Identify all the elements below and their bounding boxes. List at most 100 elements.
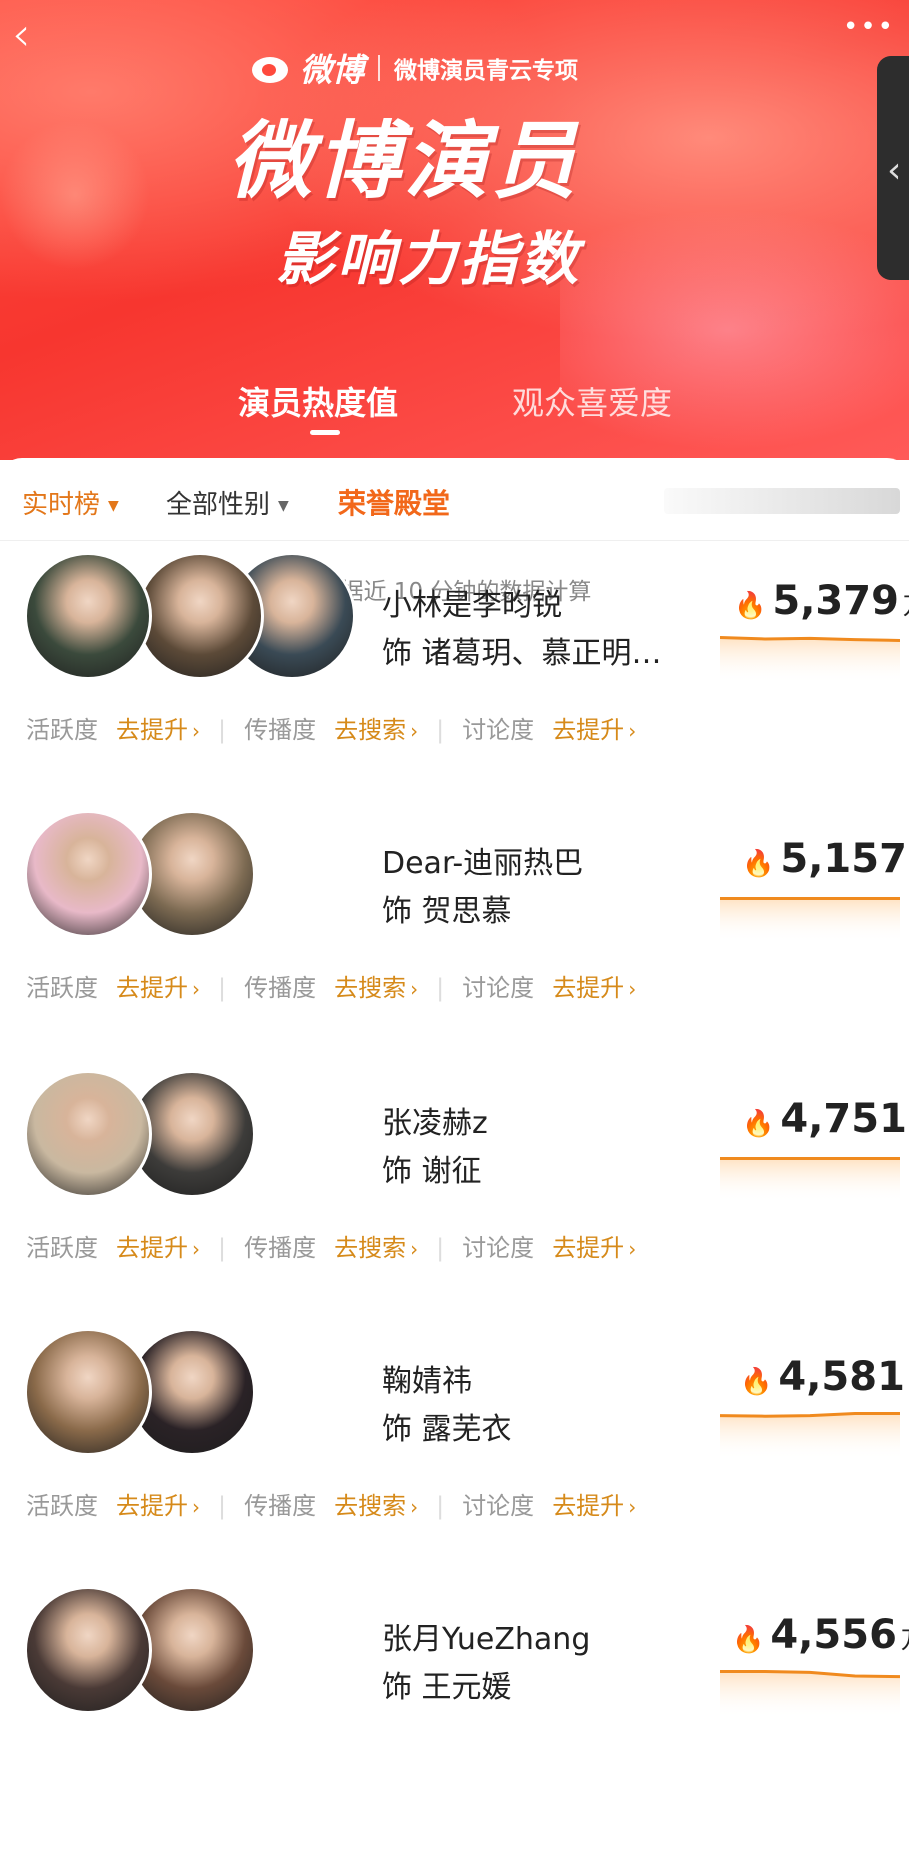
metric-divider: | [436,1234,445,1262]
metric-label-activity: 活跃度 [26,974,98,1002]
actor-name[interactable]: 小林是李昀锐 [382,580,562,624]
metric-divider: | [218,1492,227,1520]
ranking-panel: 实时榜 ▼ 全部性别 ▼ 荣誉殿堂 根据近 10 分钟的数据计算 小林是李昀锐饰 诸… [0,458,909,1849]
chevron-right-icon: › [628,977,637,1001]
trend-area [720,1158,900,1202]
metric-divider: | [218,716,227,744]
metrics-row: 活跃度 去提升 › | 传播度 去搜索 › | 讨论度 去提升 › [26,1228,636,1263]
actor-row[interactable]: Dear-迪丽热巴饰 贺思慕🔥5,157万活跃度去提升›|传播度去搜索›|讨论度… [0,810,909,1070]
tab-actor-heat[interactable]: 演员热度值 [238,378,398,424]
metric-action-discussion[interactable]: 去提升 [552,1234,624,1262]
avatar[interactable] [24,552,152,680]
metric-action-activity[interactable]: 去提升 [116,1234,188,1262]
flame-icon: 🔥 [740,1367,773,1397]
metric-action-spread[interactable]: 去搜索 [334,974,406,1002]
heat-score-unit: 万 [903,592,909,620]
trend-area [720,1671,900,1718]
heat-score-unit: 万 [901,1626,909,1654]
avatar[interactable] [24,1070,152,1198]
heat-score-value: 4,581 [778,1354,905,1400]
chevron-right-icon: › [410,719,419,743]
heat-score: 🔥5,379万 [734,578,909,624]
active-tab-indicator [310,430,340,435]
metric-label-discussion: 讨论度 [462,974,535,1002]
metric-divider: | [436,716,445,744]
hero-header: ‹ ••• ‹ 微博 微博演员青云专项 微博演员 影响力指数 演员热度值 观众喜… [0,0,909,460]
filter-gender[interactable]: 全部性别 ▼ [166,484,289,521]
avatar[interactable] [24,810,152,938]
avatar[interactable] [24,1586,152,1714]
metrics-row: 活跃度 去提升 › | 传播度 去搜索 › | 讨论度 去提升 › [26,1486,636,1521]
brand-row: 微博 微博演员青云专项 [248,46,578,90]
heat-score-value: 4,556 [770,1612,897,1658]
actor-row[interactable]: 小林是李昀锐饰 诸葛玥、慕正明…🔥5,379万活跃度去提升›|传播度去搜索›|讨… [0,552,909,812]
metric-action-activity[interactable]: 去提升 [116,716,188,744]
actor-row[interactable]: 张月YueZhang 饰 王元媛 🔥4,556万 [0,1586,909,1846]
chevron-left-icon: ‹ [887,150,902,191]
chevron-right-icon: › [192,719,200,743]
metric-label-activity: 活跃度 [26,716,98,744]
metric-action-spread[interactable]: 去搜索 [334,1492,406,1520]
metric-divider: | [436,1492,445,1520]
metric-label-activity: 活跃度 [26,1492,98,1520]
actor-name[interactable]: 张月YueZhang [382,1614,590,1658]
actor-role: 饰 诸葛玥、慕正明… [382,636,662,671]
weibo-logo-icon [248,49,294,87]
actor-name[interactable]: 张凌赫z [382,1098,488,1142]
chevron-right-icon: › [410,1237,419,1261]
trend-sparkline [720,897,900,942]
filter-gender-label: 全部性别 [166,490,271,520]
metric-action-spread[interactable]: 去搜索 [334,1234,406,1262]
actor-name[interactable]: Dear-迪丽热巴 [382,838,583,882]
trend-sparkline [720,1412,900,1460]
actor-name[interactable]: 鞠婧祎 [382,1356,472,1400]
metric-divider: | [218,1234,227,1262]
actor-row[interactable]: 张凌赫z饰 谢征🔥4,751万活跃度去提升›|传播度去搜索›|讨论度去提升› [0,1070,909,1330]
metric-action-discussion[interactable]: 去提升 [552,1492,624,1520]
tab-audience-love[interactable]: 观众喜爱度 [512,378,672,424]
chevron-right-icon: › [410,1495,419,1519]
flame-icon: 🔥 [742,849,775,879]
metric-label-activity: 活跃度 [26,1234,98,1262]
chevron-right-icon: › [410,977,419,1001]
avatar[interactable] [24,1328,152,1456]
heat-score: 🔥4,751万 [742,1096,909,1142]
metric-action-activity[interactable]: 去提升 [116,1492,188,1520]
avatar[interactable] [136,552,264,680]
back-icon[interactable]: ‹ [12,10,56,62]
actor-role: 饰 谢征 [382,1154,482,1189]
caret-down-icon: ▼ [278,498,289,514]
heat-score-value: 4,751 [780,1096,907,1142]
filter-honor-hall[interactable]: 荣誉殿堂 [338,482,450,522]
metric-action-spread[interactable]: 去搜索 [334,716,406,744]
decor-star [0,98,172,292]
metric-action-discussion[interactable]: 去提升 [552,716,624,744]
flame-icon: 🔥 [734,591,767,621]
chevron-right-icon: › [192,1495,200,1519]
caret-down-icon: ▼ [108,498,119,514]
metric-label-spread: 传播度 [244,1234,317,1262]
brand-subtitle: 微博演员青云专项 [394,57,579,84]
metric-action-discussion[interactable]: 去提升 [552,974,624,1002]
heat-score: 🔥4,556万 [732,1612,909,1658]
side-drawer-handle[interactable]: ‹ [877,56,909,280]
brand-divider [378,55,381,81]
metric-action-activity[interactable]: 去提升 [116,974,188,1002]
filter-realtime-label: 实时榜 [22,490,101,520]
brand-weibo: 微博 [300,51,365,89]
chevron-right-icon: › [628,719,637,743]
metric-label-discussion: 讨论度 [462,716,535,744]
filter-realtime[interactable]: 实时榜 ▼ [22,484,119,521]
metric-divider: | [218,974,227,1002]
filter-bar: 实时榜 ▼ 全部性别 ▼ 荣誉殿堂 [0,458,909,541]
metrics-row: 活跃度 去提升 › | 传播度 去搜索 › | 讨论度 去提升 › [26,710,636,745]
chevron-right-icon: › [628,1495,637,1519]
actor-row[interactable]: 鞠婧祎饰 露芜衣🔥4,581万活跃度去提升›|传播度去搜索›|讨论度去提升› [0,1328,909,1588]
actor-role: 饰 露芜衣 [382,1412,512,1447]
trend-sparkline [720,636,900,684]
more-options-icon[interactable]: ••• [841,10,897,44]
chevron-right-icon: › [192,977,200,1001]
trend-sparkline [720,1670,900,1718]
metric-label-spread: 传播度 [244,974,317,1002]
trend-area [720,637,900,684]
